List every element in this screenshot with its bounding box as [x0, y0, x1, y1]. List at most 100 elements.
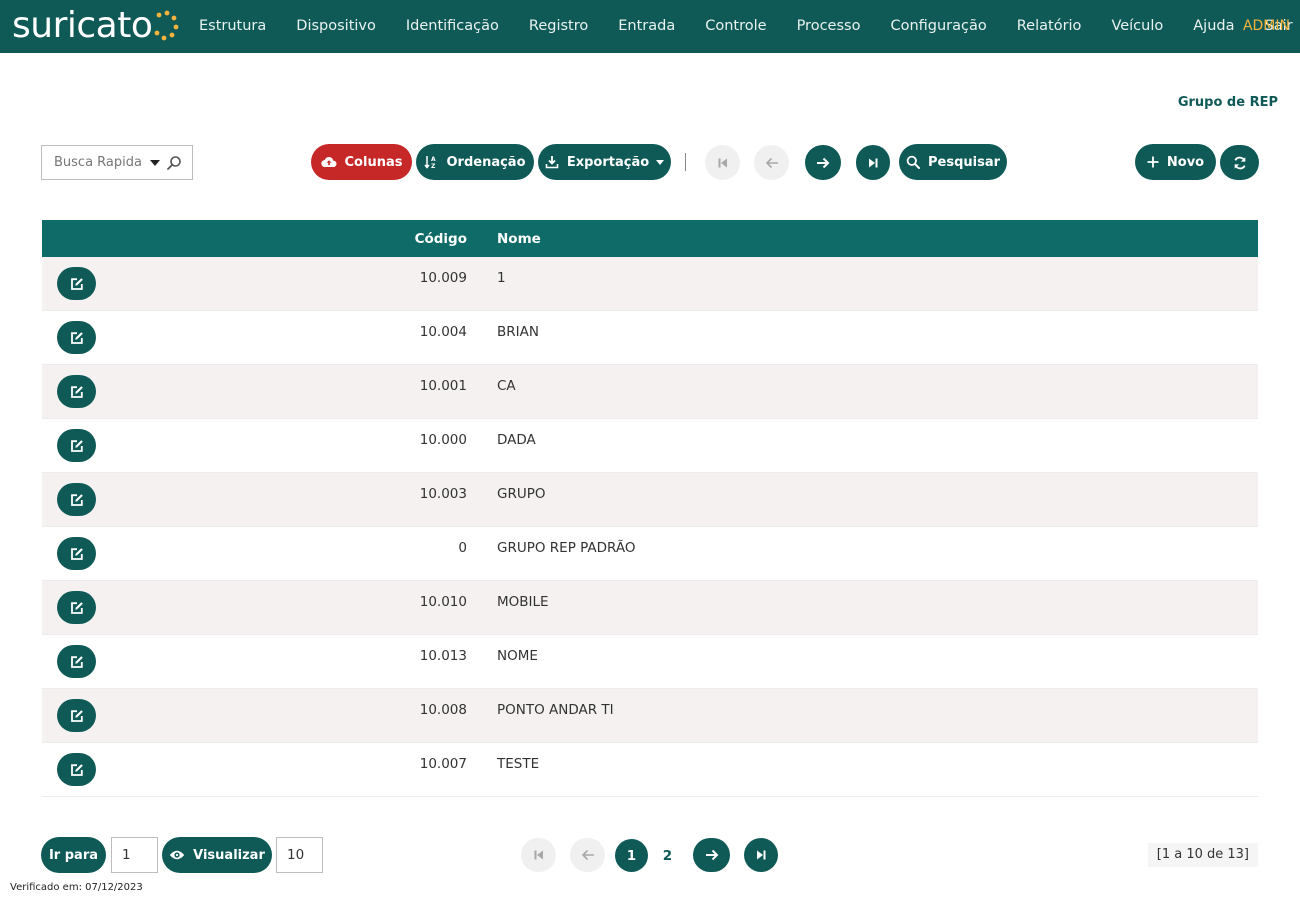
user-menu[interactable]: ADMIN	[1243, 0, 1290, 53]
refresh-icon	[1233, 156, 1246, 169]
last-page-button[interactable]	[856, 145, 890, 180]
nav-relatorio[interactable]: Relatório	[1002, 0, 1097, 53]
toolbar-divider	[685, 153, 686, 171]
goto-page-button[interactable]: Ir para	[41, 837, 106, 873]
edit-button[interactable]	[57, 483, 96, 516]
table-row[interactable]: 10.013 NOME	[42, 635, 1258, 689]
cell-name: BRIAN	[497, 324, 539, 340]
nav-configuracao[interactable]: Configuração	[875, 0, 1001, 53]
download-icon	[545, 156, 559, 169]
nav-entrada[interactable]: Entrada	[603, 0, 690, 53]
svg-text:A: A	[431, 156, 436, 163]
edit-icon	[70, 763, 83, 776]
column-header-name[interactable]: Nome	[497, 231, 541, 247]
svg-text:Z: Z	[431, 163, 436, 169]
edit-button[interactable]	[57, 591, 96, 624]
suricato-logo[interactable]: suricato	[12, 4, 179, 48]
edit-button[interactable]	[57, 699, 96, 732]
page-title: Grupo de REP	[1177, 95, 1278, 110]
table-row[interactable]: 10.000 DADA	[42, 419, 1258, 473]
edit-button[interactable]	[57, 321, 96, 354]
export-button[interactable]: Exportação	[538, 144, 671, 180]
cell-code: 10.000	[419, 432, 467, 448]
table-row[interactable]: 10.003 GRUPO	[42, 473, 1258, 527]
arrow-right-icon	[817, 157, 830, 168]
nav-ajuda[interactable]: Ajuda	[1178, 0, 1249, 53]
edit-button[interactable]	[57, 753, 96, 786]
arrow-left-icon	[581, 849, 594, 861]
table-row[interactable]: 10.007 TESTE	[42, 743, 1258, 797]
table-row[interactable]: 0 GRUPO REP PADRÃO	[42, 527, 1258, 581]
cell-name: MOBILE	[497, 594, 549, 610]
cell-code: 10.001	[419, 378, 467, 394]
footer-prev-page-button[interactable]	[570, 838, 605, 872]
refresh-button[interactable]	[1220, 145, 1259, 180]
footer-first-page-button[interactable]	[521, 838, 556, 872]
goto-page-input[interactable]	[111, 837, 158, 873]
edit-button[interactable]	[57, 645, 96, 678]
cell-code: 10.010	[419, 594, 467, 610]
edit-icon	[70, 655, 83, 668]
table-body: 10.009 1 10.004 BRIAN 10.001 CA 10.000 D…	[42, 257, 1258, 797]
edit-icon	[70, 547, 83, 560]
last-page-icon	[757, 850, 766, 860]
footer-next-page-button[interactable]	[693, 838, 730, 872]
cell-code: 10.008	[419, 702, 467, 718]
columns-label: Colunas	[344, 154, 403, 170]
edit-icon	[70, 709, 83, 722]
cloud-upload-icon	[320, 157, 337, 168]
page-1-button[interactable]: 1	[615, 839, 648, 872]
caret-down-icon[interactable]	[150, 159, 160, 166]
page-2-button[interactable]: 2	[651, 839, 684, 872]
table-row[interactable]: 10.009 1	[42, 257, 1258, 311]
edit-icon	[70, 385, 83, 398]
plus-icon	[1147, 156, 1159, 168]
export-label: Exportação	[566, 154, 650, 170]
quick-search-input[interactable]	[54, 155, 146, 170]
next-page-button[interactable]	[805, 145, 841, 180]
verified-date: Verificado em: 07/12/2023	[10, 882, 143, 893]
nav-veiculo[interactable]: Veículo	[1096, 0, 1178, 53]
nav-identificacao[interactable]: Identificação	[391, 0, 514, 53]
nav-dispositivo[interactable]: Dispositivo	[281, 0, 391, 53]
search-icon[interactable]	[166, 155, 182, 171]
nav-estrutura[interactable]: Estrutura	[184, 0, 281, 53]
table-row[interactable]: 10.004 BRIAN	[42, 311, 1258, 365]
table-row[interactable]: 10.010 MOBILE	[42, 581, 1258, 635]
table-row[interactable]: 10.001 CA	[42, 365, 1258, 419]
logo-dots-icon	[154, 10, 179, 41]
record-range: [1 a 10 de 13]	[1147, 843, 1258, 867]
prev-page-button[interactable]	[754, 145, 789, 180]
sort-label: Ordenação	[446, 154, 526, 170]
first-page-button[interactable]	[705, 145, 740, 180]
edit-button[interactable]	[57, 537, 96, 570]
footer-last-page-button[interactable]	[744, 838, 778, 872]
sort-icon: A Z	[424, 156, 436, 169]
edit-icon	[70, 331, 83, 344]
edit-button[interactable]	[57, 429, 96, 462]
nav-controle[interactable]: Controle	[690, 0, 781, 53]
quick-search	[41, 145, 193, 180]
cell-name: 1	[497, 270, 506, 286]
edit-button[interactable]	[57, 375, 96, 408]
nav-registro[interactable]: Registro	[514, 0, 603, 53]
cell-code: 10.013	[419, 648, 467, 664]
sort-button[interactable]: A Z Ordenação	[416, 144, 534, 180]
nav-processo[interactable]: Processo	[782, 0, 876, 53]
table-header: Código Nome	[42, 220, 1258, 257]
search-button[interactable]: Pesquisar	[899, 144, 1007, 180]
first-page-icon	[718, 158, 727, 167]
edit-icon	[70, 601, 83, 614]
column-header-code[interactable]: Código	[415, 231, 467, 247]
arrow-left-icon	[765, 157, 778, 168]
goto-label: Ir para	[48, 847, 99, 863]
columns-button[interactable]: Colunas	[311, 144, 412, 180]
new-button[interactable]: Novo	[1135, 144, 1216, 180]
logo-text: suricato	[12, 5, 153, 46]
cell-name: CA	[497, 378, 516, 394]
table-row[interactable]: 10.008 PONTO ANDAR TI	[42, 689, 1258, 743]
edit-button[interactable]	[57, 267, 96, 300]
arrow-right-icon	[705, 849, 718, 861]
page-size-input[interactable]	[276, 837, 323, 873]
view-button[interactable]: Visualizar	[162, 837, 272, 873]
